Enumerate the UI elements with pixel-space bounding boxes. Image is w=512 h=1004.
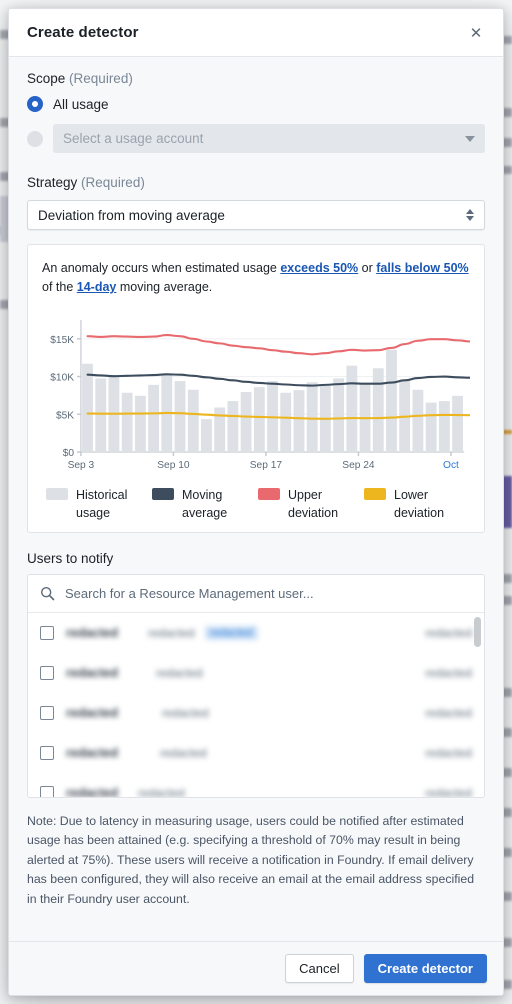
- user-name: redacted: [66, 746, 119, 760]
- search-input[interactable]: [65, 586, 472, 601]
- radio-all-usage-icon[interactable]: [27, 96, 43, 112]
- user-details-redacted: redacted redacted redacted redacted: [66, 626, 472, 640]
- svg-text:$0: $0: [63, 448, 75, 459]
- latency-note: Note: Due to latency in measuring usage,…: [27, 814, 475, 906]
- user-organization: redacted: [425, 626, 472, 640]
- user-list-scrollbar[interactable]: [474, 617, 481, 647]
- user-organization: redacted: [425, 666, 472, 680]
- scope-label-text: Scope: [27, 71, 66, 86]
- usage-deviation-chart-svg: $15K $10K $5K $0Sep 3 Sep 10 Sep 17 Sep 24 Oct: [50, 319, 470, 471]
- scope-option-all-usage-label: All usage: [53, 96, 109, 112]
- search-icon: [40, 586, 55, 601]
- chart-legend: Historical usage Moving average Upper devi…: [42, 486, 470, 522]
- svg-text:Sep 3: Sep 3: [68, 460, 95, 471]
- scope-option-account[interactable]: Select a usage account: [27, 124, 485, 153]
- user-username: redacted: [156, 666, 203, 680]
- chart-legend-swatch: [46, 487, 68, 500]
- chart-legend-label: Moving average: [182, 487, 228, 520]
- user-organization: redacted: [425, 746, 472, 760]
- page-title: Create detector: [27, 24, 139, 41]
- chart-legend-item: Upper deviation: [258, 486, 364, 522]
- chart-legend-item: Lower deviation: [364, 486, 470, 522]
- radio-usage-account-icon[interactable]: [27, 130, 43, 147]
- user-list-item[interactable]: redacted redacted redacted: [28, 773, 484, 797]
- falls-below-threshold-link[interactable]: falls below 50%: [376, 261, 468, 275]
- user-tag-badge: redacted: [204, 626, 258, 640]
- anomaly-description: An anomaly occurs when estimated usage e…: [42, 259, 470, 298]
- user-search-row: [28, 575, 484, 613]
- strategy-label: Strategy (Required): [27, 175, 485, 190]
- chart-legend-item: Moving average: [152, 486, 258, 522]
- dialog-body: Scope (Required) All usage Select a usag…: [9, 57, 503, 941]
- strategy-preview-card: An anomaly occurs when estimated usage e…: [27, 244, 485, 533]
- strategy-select[interactable]: Deviation from moving average: [27, 200, 485, 230]
- svg-text:Sep 10: Sep 10: [157, 460, 190, 471]
- svg-text:$10K: $10K: [50, 372, 74, 383]
- chart-legend-label: Lower deviation: [394, 487, 445, 520]
- svg-text:Oct: Oct: [443, 460, 459, 471]
- dialog-header: Create detector ✕: [9, 9, 503, 57]
- scope-required-hint: (Required): [69, 71, 133, 86]
- anomaly-text-4: moving average.: [116, 280, 213, 295]
- chart-legend-item: Historical usage: [46, 486, 152, 522]
- user-details-redacted: redacted redacted redacted: [66, 746, 472, 760]
- user-checkbox[interactable]: [40, 786, 54, 797]
- user-organization: redacted: [425, 786, 472, 797]
- user-checkbox[interactable]: [40, 626, 54, 640]
- user-name: redacted: [66, 706, 119, 720]
- user-list-item[interactable]: redacted redacted redacted: [28, 693, 484, 733]
- chart-legend-swatch: [364, 487, 386, 500]
- chevron-down-icon: [465, 135, 475, 142]
- usage-account-select-value: Select a usage account: [63, 131, 204, 146]
- svg-text:$5K: $5K: [56, 410, 74, 421]
- user-checkbox[interactable]: [40, 706, 54, 720]
- user-details-redacted: redacted redacted redacted: [66, 786, 472, 797]
- scope-label: Scope (Required): [27, 71, 485, 86]
- user-username: redacted: [160, 746, 207, 760]
- usage-deviation-chart: $15K $10K $5K $0 Sep 3 Sep 10 Sep 17 Sep 24 Oct: [42, 314, 470, 478]
- user-username: redacted: [162, 706, 209, 720]
- user-details-redacted: redacted redacted redacted: [66, 666, 472, 680]
- scope-option-all-usage[interactable]: All usage: [27, 96, 485, 112]
- strategy-select-value: Deviation from moving average: [38, 207, 225, 223]
- user-details-redacted: redacted redacted redacted: [66, 706, 472, 720]
- user-list-item[interactable]: redacted redacted redacted redacted: [28, 613, 484, 653]
- user-checkbox[interactable]: [40, 666, 54, 680]
- anomaly-text-3: of the: [42, 280, 77, 295]
- svg-text:$15K: $15K: [50, 334, 74, 345]
- svg-text:Sep 24: Sep 24: [342, 460, 375, 471]
- user-list-item[interactable]: redacted redacted redacted: [28, 733, 484, 773]
- user-username: redacted: [138, 786, 185, 797]
- create-detector-dialog: Create detector ✕ Scope (Required) All u…: [8, 8, 504, 996]
- strategy-label-text: Strategy: [27, 175, 78, 190]
- user-name: redacted: [66, 786, 119, 797]
- user-username: redacted: [148, 626, 195, 640]
- user-name: redacted: [66, 626, 119, 640]
- moving-average-window-link[interactable]: 14-day: [77, 280, 117, 294]
- user-checkbox[interactable]: [40, 746, 54, 760]
- exceeds-threshold-link[interactable]: exceeds 50%: [280, 261, 358, 275]
- close-icon[interactable]: ✕: [463, 20, 489, 46]
- chart-legend-swatch: [152, 487, 174, 500]
- users-to-notify-panel: redactedredactedredactedredactedredacted…: [27, 574, 485, 798]
- dialog-footer: Cancel Create detector: [9, 941, 503, 995]
- chevron-up-down-icon: [466, 209, 474, 221]
- user-organization: redacted: [425, 706, 472, 720]
- user-name: redacted: [66, 666, 119, 680]
- create-detector-button[interactable]: Create detector: [363, 954, 487, 983]
- strategy-required-hint: (Required): [81, 175, 145, 190]
- users-to-notify-label: Users to notify: [27, 551, 114, 566]
- cancel-button[interactable]: Cancel: [285, 954, 354, 983]
- usage-account-select[interactable]: Select a usage account: [53, 124, 485, 153]
- anomaly-text-1: An anomaly occurs when estimated usage: [42, 261, 281, 275]
- chart-legend-swatch: [258, 487, 280, 500]
- anomaly-text-2: or: [358, 261, 377, 275]
- chart-legend-label: Upper deviation: [288, 487, 339, 520]
- chart-legend-label: Historical usage: [76, 487, 128, 520]
- svg-text:Sep 17: Sep 17: [250, 460, 283, 471]
- user-results-list[interactable]: redacted redacted redacted redacted redacted…: [28, 613, 484, 797]
- user-list-item[interactable]: redacted redacted redacted: [28, 653, 484, 693]
